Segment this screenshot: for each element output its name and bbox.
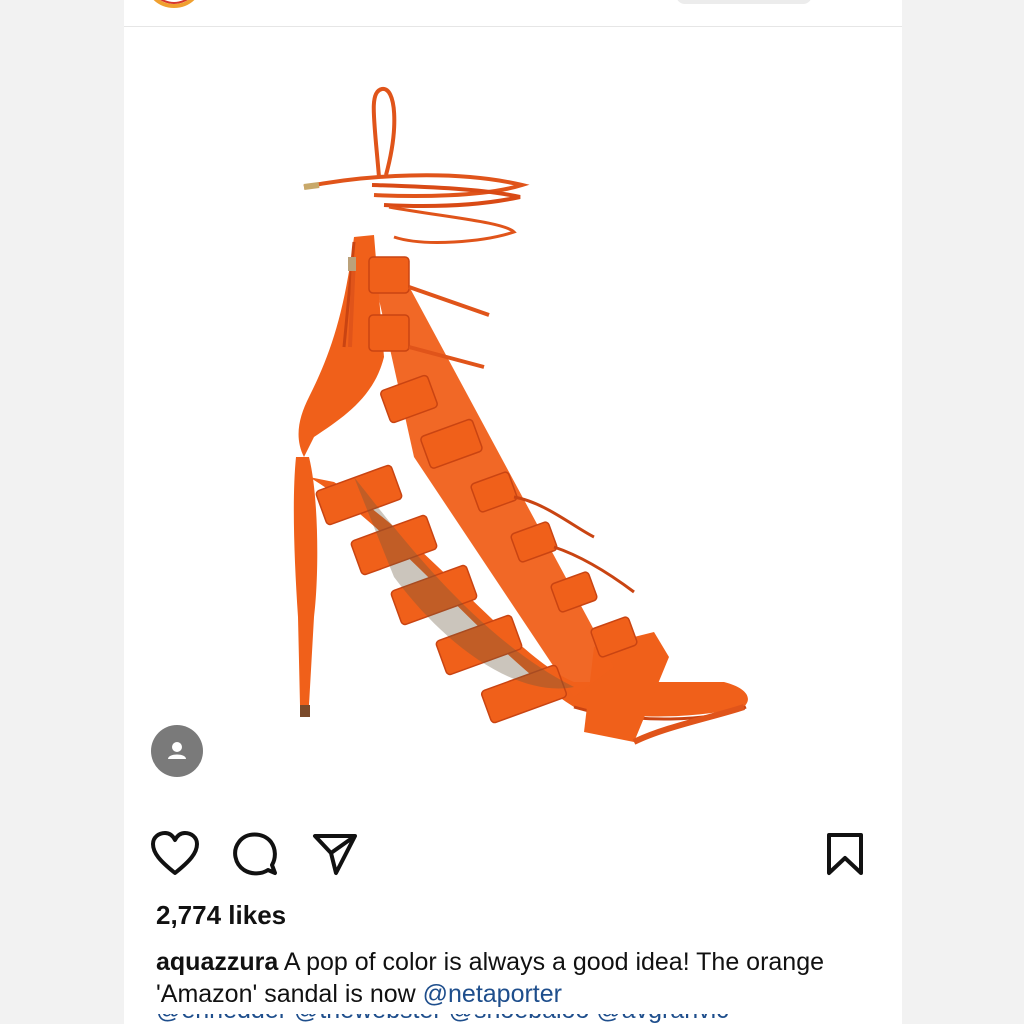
- mention-links-row[interactable]: @ennedder @thewebster @shoebaloo @avgran…: [156, 1014, 836, 1024]
- paper-plane-icon: [313, 834, 357, 875]
- comment-button[interactable]: [227, 826, 283, 882]
- save-button[interactable]: [817, 826, 873, 882]
- post-header: [124, 0, 902, 27]
- comment-icon: [233, 832, 277, 876]
- person-icon: [168, 742, 186, 759]
- caption: aquazzura A pop of color is always a goo…: [156, 946, 856, 1010]
- heart-icon: [151, 831, 199, 875]
- sandal-image: [293, 87, 748, 745]
- follow-button[interactable]: [676, 0, 812, 4]
- caption-continued: @ennedder @thewebster @shoebaloo @avgran…: [156, 1014, 836, 1024]
- like-button[interactable]: [147, 826, 203, 882]
- mention-link[interactable]: @netaporter: [423, 980, 562, 1008]
- caption-username[interactable]: aquazzura: [156, 948, 278, 976]
- post-card: 2,774 likes aquazzura A pop of color is …: [124, 0, 902, 1024]
- bookmark-icon: [827, 833, 863, 875]
- action-bar: [124, 826, 902, 882]
- likes-count[interactable]: 2,774 likes: [156, 900, 286, 931]
- post-image[interactable]: [124, 27, 902, 797]
- share-button[interactable]: [307, 826, 363, 882]
- tagged-user-badge[interactable]: [151, 725, 203, 777]
- avatar[interactable]: [144, 0, 204, 8]
